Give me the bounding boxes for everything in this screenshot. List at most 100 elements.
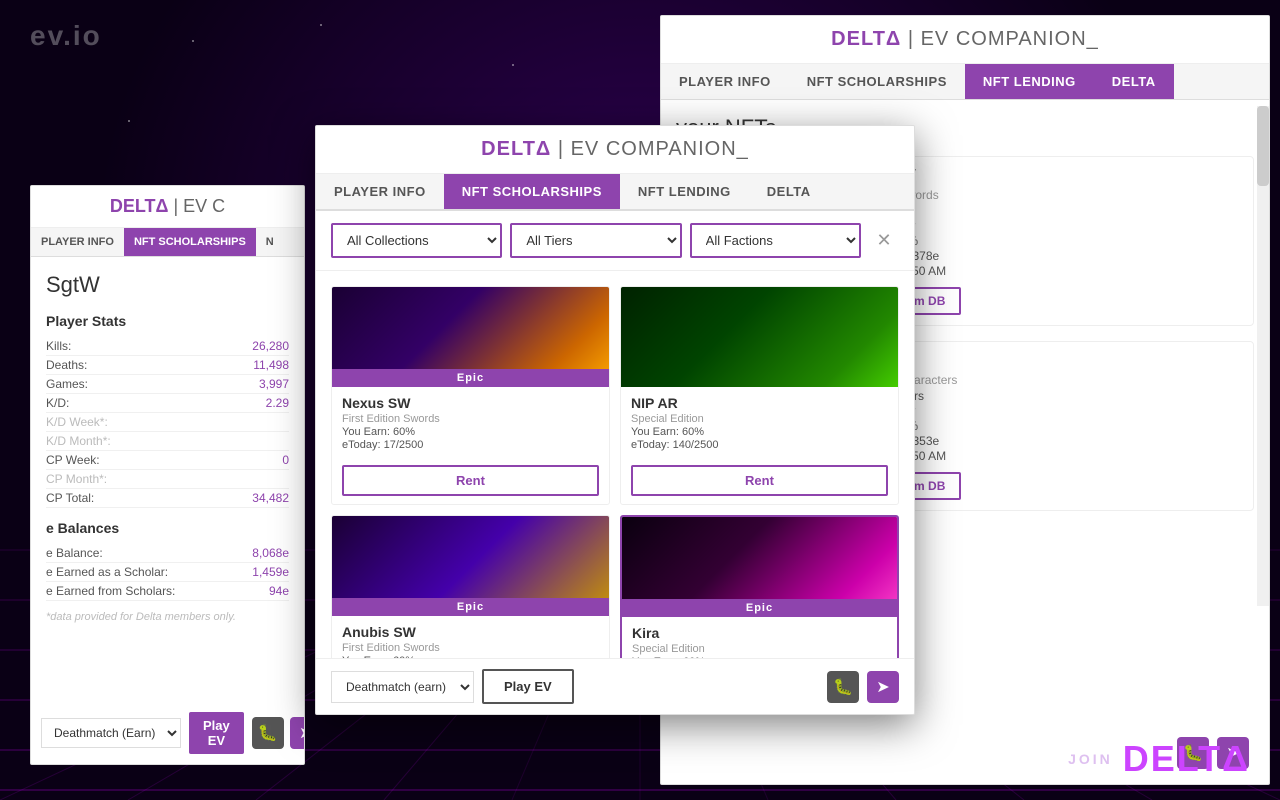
join-delta-section: JOIN DELTΔ — [1068, 738, 1250, 780]
stat-kills-label: Kills: — [46, 339, 71, 353]
stat-deaths-value: 11,498 — [253, 358, 289, 372]
kira-name: Kira — [632, 625, 887, 641]
nexus-rent-button[interactable]: Rent — [342, 465, 599, 496]
bg-right-nav-lending[interactable]: NFT LENDING — [965, 64, 1094, 99]
dialog-nav-player[interactable]: PLAYER INFO — [316, 174, 444, 209]
bg-left-nav-player[interactable]: PLAYER INFO — [31, 228, 124, 256]
dialog-bottom: Deathmatch (earn) Team Deathmatch Free f… — [316, 658, 914, 714]
stat-cp-month-label: CP Month*: — [46, 472, 107, 486]
stat-games-label: Games: — [46, 377, 88, 391]
bg-left-game-mode-select[interactable]: Deathmatch (Earn) — [41, 718, 181, 748]
nip-subtitle: Special Edition — [631, 413, 888, 425]
bg-left-nav-scholarships[interactable]: NFT SCHOLARSHIPS — [124, 228, 256, 256]
tiers-filter[interactable]: All Tiers Epic Legendary None — [510, 223, 681, 258]
stat-kd-label: K/D: — [46, 396, 69, 410]
anubis-subtitle: First Edition Swords — [342, 642, 599, 654]
nexus-subtitle: First Edition Swords — [342, 413, 599, 425]
balances-title: e Balances — [46, 520, 289, 536]
dialog-bottom-right: 🐛 ➤ — [827, 671, 899, 703]
dialog-filters: All Collections First Edition Swords Spe… — [316, 211, 914, 271]
stat-cp-total-value: 34,482 — [252, 491, 289, 505]
balance-scholar-value: 1,459e — [252, 565, 289, 579]
stat-kd-value: 2.29 — [266, 396, 289, 410]
stat-games-value: 3,997 — [259, 377, 289, 391]
bg-left-panel: DELTΔ | EV C PLAYER INFO NFT SCHOLARSHIP… — [30, 185, 305, 765]
dialog-bottom-left: Deathmatch (earn) Team Deathmatch Free f… — [331, 669, 574, 704]
balance-scholars-label: e Earned from Scholars: — [46, 584, 175, 598]
balance-section: e Balances e Balance: 8,068e e Earned as… — [46, 520, 289, 601]
stat-kd-week-label: K/D Week*: — [46, 415, 108, 429]
stat-cp-week: CP Week: 0 — [46, 451, 289, 470]
balance-scholar-label: e Earned as a Scholar: — [46, 565, 168, 579]
bg-right-nav: PLAYER INFO NFT SCHOLARSHIPS NFT LENDING… — [661, 64, 1269, 100]
kira-image: Epic — [622, 517, 897, 617]
bg-right-nav-scholarships[interactable]: NFT SCHOLARSHIPS — [789, 64, 965, 99]
collections-filter[interactable]: All Collections First Edition Swords Spe… — [331, 223, 502, 258]
stat-kd: K/D: 2.29 — [46, 394, 289, 413]
join-text: JOIN — [1068, 751, 1113, 767]
stat-kd-month-label: K/D Month*: — [46, 434, 111, 448]
ev-logo: ev.io — [30, 20, 102, 52]
nexus-info: Nexus SW First Edition Swords You Earn: … — [332, 387, 609, 460]
bg-left-nav: PLAYER INFO NFT SCHOLARSHIPS N — [31, 228, 304, 257]
stat-cp-total-label: CP Total: — [46, 491, 94, 505]
stat-cp-week-value: 0 — [282, 453, 289, 467]
nip-image: None — [621, 287, 898, 387]
nexus-earn: You Earn: 60% — [342, 426, 599, 438]
balance-e-label: e Balance: — [46, 546, 103, 560]
nft-grid: Epic Nexus SW First Edition Swords You E… — [316, 271, 914, 671]
nip-today: eToday: 140/2500 — [631, 439, 888, 451]
bg-right-nav-delta[interactable]: DELTA — [1094, 64, 1174, 99]
bg-left-body: SgtW Player Stats Kills: 26,280 Deaths: … — [31, 257, 304, 638]
nip-name: NIP AR — [631, 395, 888, 411]
dialog-nav-scholarships[interactable]: NFT SCHOLARSHIPS — [444, 174, 620, 209]
stat-games: Games: 3,997 — [46, 375, 289, 394]
player-stats-title: Player Stats — [46, 313, 289, 329]
nip-info: NIP AR Special Edition You Earn: 60% eTo… — [621, 387, 898, 460]
bg-right-title: DELTΔ | EV COMPANION_ — [681, 28, 1249, 51]
dialog-nav-lending[interactable]: NFT LENDING — [620, 174, 749, 209]
dialog-play-ev-button[interactable]: Play EV — [482, 669, 574, 704]
balance-scholar: e Earned as a Scholar: 1,459e — [46, 563, 289, 582]
nip-rent-button[interactable]: Rent — [631, 465, 888, 496]
bg-left-play-button[interactable]: Play EV — [189, 712, 244, 754]
kira-badge: Epic — [622, 599, 897, 617]
nip-badge: None — [621, 369, 898, 387]
dialog-bug-icon-btn[interactable]: 🐛 — [827, 671, 859, 703]
bg-right-scrollbar[interactable] — [1257, 106, 1269, 606]
stat-kills-value: 26,280 — [252, 339, 289, 353]
stat-kills: Kills: 26,280 — [46, 337, 289, 356]
nip-earn: You Earn: 60% — [631, 426, 888, 438]
bg-left-bottom: Deathmatch (Earn) Play EV 🐛 ➤ — [41, 712, 294, 754]
stat-deaths: Deaths: 11,498 — [46, 356, 289, 375]
bg-right-nav-player[interactable]: PLAYER INFO — [661, 64, 789, 99]
dialog-nav: PLAYER INFO NFT SCHOLARSHIPS NFT LENDING… — [316, 174, 914, 211]
nft-item-nexus: Epic Nexus SW First Edition Swords You E… — [331, 286, 610, 505]
dialog-game-mode-select[interactable]: Deathmatch (earn) Team Deathmatch Free f… — [331, 671, 474, 703]
dialog-nav-delta[interactable]: DELTA — [749, 174, 829, 209]
balance-scholars-value: 94e — [269, 584, 289, 598]
dialog-export-icon-btn[interactable]: ➤ — [867, 671, 899, 703]
data-note: *data provided for Delta members only. — [46, 611, 289, 623]
stat-kd-month: K/D Month*: — [46, 432, 289, 451]
main-dialog: DELTΔ | EV COMPANION_ PLAYER INFO NFT SC… — [315, 125, 915, 715]
anubis-name: Anubis SW — [342, 624, 599, 640]
stat-cp-week-label: CP Week: — [46, 453, 100, 467]
bg-left-export-icon[interactable]: ➤ — [290, 717, 305, 749]
anubis-image: Epic — [332, 516, 609, 616]
bg-left-bug-icon[interactable]: 🐛 — [252, 717, 284, 749]
delta-logo: DELTΔ — [1123, 738, 1250, 780]
anubis-badge: Epic — [332, 598, 609, 616]
balance-scholars: e Earned from Scholars: 94e — [46, 582, 289, 601]
bg-right-header: DELTΔ | EV COMPANION_ — [661, 16, 1269, 64]
nexus-badge: Epic — [332, 369, 609, 387]
scrollbar-thumb — [1257, 106, 1269, 186]
bg-left-bottom-icons: 🐛 ➤ — [252, 717, 305, 749]
factions-filter[interactable]: All Factions Ronin Sinisters Angels — [690, 223, 861, 258]
nft-item-nip: None NIP AR Special Edition You Earn: 60… — [620, 286, 899, 505]
stat-deaths-label: Deaths: — [46, 358, 87, 372]
dialog-header: DELTΔ | EV COMPANION_ — [316, 126, 914, 174]
kira-subtitle: Special Edition — [632, 643, 887, 655]
bg-left-nav-other[interactable]: N — [256, 228, 284, 256]
dialog-close-button[interactable]: ✕ — [869, 226, 899, 256]
